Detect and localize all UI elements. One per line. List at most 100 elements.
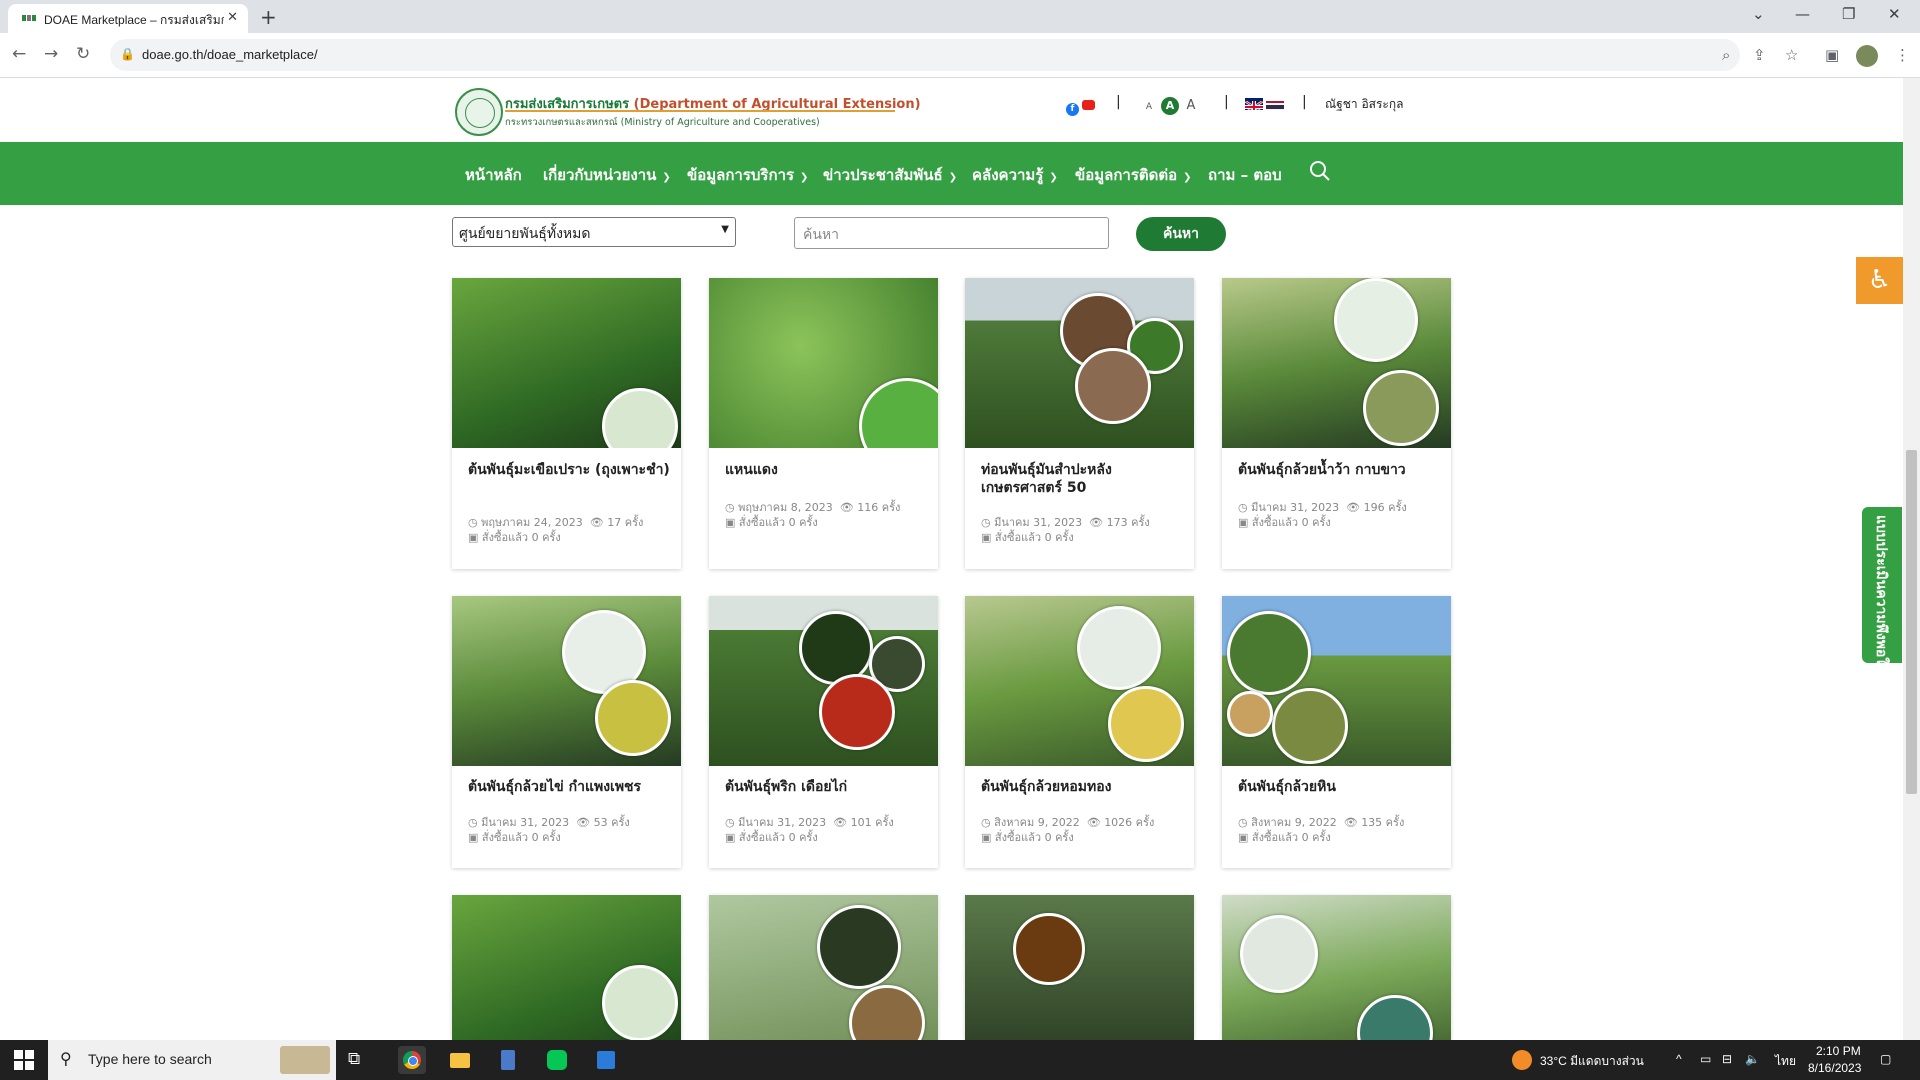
accessibility-icon[interactable]: ♿ <box>1856 257 1903 304</box>
search-input[interactable]: ค้นหา <box>794 217 1109 249</box>
product-name[interactable]: ต้นพันธุ์มะเขือเปราะ (ถุงเพาะชำ) <box>468 461 673 479</box>
calculator-icon[interactable] <box>494 1046 522 1074</box>
product-inset-photo <box>1272 688 1348 764</box>
input-language[interactable]: ไทย <box>1775 1052 1796 1071</box>
clock-date[interactable]: 8/16/2023 <box>1808 1061 1861 1075</box>
product-card[interactable] <box>709 895 938 1065</box>
nav-about[interactable]: เกี่ยวกับหน่วยงาน ❯ <box>543 163 671 187</box>
font-size-small-button[interactable]: A <box>1140 98 1158 116</box>
user-name[interactable]: ณัฐชา อิสระกุล <box>1325 95 1404 114</box>
tab-search-chevron-icon[interactable]: ⌄ <box>1752 5 1765 23</box>
product-name[interactable]: ต้นพันธุ์กล้วยหอมทอง <box>981 778 1186 796</box>
taskbar-search-box[interactable]: ⚲ Type here to search <box>48 1040 336 1080</box>
product-sold: ▣ สั่งซื้อแล้ว 0 ครั้ง <box>981 531 1074 544</box>
page-scrollbar[interactable] <box>1903 78 1920 1040</box>
product-views: 101 ครั้ง <box>850 816 894 829</box>
product-card[interactable]: ต้นพันธุ์กล้วยหอมทอง ◷ สิงหาคม 9, 2022 👁 … <box>965 596 1194 868</box>
share-icon[interactable]: ⇪ <box>1753 46 1766 64</box>
weather-icon[interactable] <box>1512 1050 1532 1070</box>
restore-icon[interactable]: ❐ <box>1842 5 1855 23</box>
product-card[interactable]: ต้นพันธุ์กล้วยหิน ◷ สิงหาคม 9, 2022 👁 135… <box>1222 596 1451 868</box>
weather-text[interactable]: 33°C มีแดดบางส่วน <box>1540 1052 1644 1071</box>
side-panel-icon[interactable]: ▣ <box>1825 46 1839 64</box>
chevron-down-icon: ❯ <box>948 172 958 183</box>
product-name[interactable]: ต้นพันธุ์กล้วยน้ำว้า กาบขาว <box>1238 461 1443 479</box>
volume-icon[interactable]: 🔈 <box>1745 1052 1760 1066</box>
lock-icon: 🔒 <box>120 47 135 61</box>
product-card[interactable]: ต้นพันธุ์มะเขือเปราะ (ถุงเพาะชำ) ◷ พฤษภาค… <box>452 278 681 569</box>
back-icon[interactable]: ← <box>12 44 26 64</box>
product-image[interactable] <box>452 596 681 766</box>
product-name[interactable]: ต้นพันธุ์กล้วยไข่ กำแพงเพชร <box>468 778 673 796</box>
product-image[interactable] <box>1222 596 1451 766</box>
product-sold: ▣ สั่งซื้อแล้ว 0 ครั้ง <box>468 531 561 544</box>
product-card[interactable]: ต้นพันธุ์กล้วยน้ำว้า กาบขาว ◷ มีนาคม 31, … <box>1222 278 1451 569</box>
omnibox[interactable]: 🔒 doae.go.th/doae_marketplace/ ⌕ <box>110 39 1740 71</box>
product-name[interactable]: แหนแดง <box>725 461 930 479</box>
nav-knowledge[interactable]: คลังความรู้ ❯ <box>972 163 1058 187</box>
reload-icon[interactable]: ↻ <box>76 44 90 64</box>
product-card[interactable]: แหนแดง ◷ พฤษภาคม 8, 2023 👁 116 ครั้ง ▣ สั่… <box>709 278 938 569</box>
search-button[interactable]: ค้นหา <box>1136 217 1226 251</box>
facebook-icon[interactable]: f <box>1066 103 1079 116</box>
product-card[interactable]: ต้นพันธุ์พริก เดือยไก่ ◷ มีนาคม 31, 2023 … <box>709 596 938 868</box>
product-card[interactable] <box>965 895 1194 1065</box>
forward-icon[interactable]: → <box>44 44 58 64</box>
bookmark-star-icon[interactable]: ☆ <box>1785 46 1798 64</box>
windows-start-icon[interactable] <box>14 1050 34 1070</box>
nav-home[interactable]: หน้าหลัก <box>465 163 522 187</box>
product-sold: ▣ สั่งซื้อแล้ว 0 ครั้ง <box>981 831 1074 844</box>
center-select[interactable]: ศูนย์ขยายพันธุ์ทั้งหมด ▼ <box>452 217 736 247</box>
font-size-medium-button[interactable]: A <box>1161 97 1179 115</box>
tray-meet-icon[interactable]: ▭ <box>1700 1052 1711 1066</box>
nav-contact[interactable]: ข้อมูลการติดต่อ ❯ <box>1075 163 1192 187</box>
notification-icon[interactable]: ▢ <box>1880 1052 1891 1066</box>
network-icon[interactable]: ⊟ <box>1722 1052 1732 1066</box>
clock-time[interactable]: 2:10 PM <box>1816 1044 1861 1058</box>
browser-menu-icon[interactable]: ⋮ <box>1895 46 1910 64</box>
minimize-icon[interactable]: — <box>1795 5 1810 23</box>
font-size-large-button[interactable]: A <box>1182 97 1200 115</box>
new-tab-icon[interactable]: + <box>260 5 277 29</box>
product-name[interactable]: ท่อนพันธุ์มันสำปะหลัง เกษตรศาสตร์ 50 <box>981 461 1186 497</box>
browser-tab[interactable]: DOAE Marketplace – กรมส่งเสริมก ✕ <box>8 4 248 33</box>
profile-avatar[interactable] <box>1856 45 1878 67</box>
product-card[interactable] <box>452 895 681 1065</box>
youtube-icon[interactable] <box>1082 100 1095 110</box>
product-image[interactable] <box>1222 278 1451 448</box>
tray-chevron-icon[interactable]: ^ <box>1676 1052 1682 1066</box>
product-card[interactable]: ต้นพันธุ์กล้วยไข่ กำแพงเพชร ◷ มีนาคม 31, … <box>452 596 681 868</box>
task-view-icon[interactable]: ⧉ <box>348 1049 360 1069</box>
product-name[interactable]: ต้นพันธุ์พริก เดือยไก่ <box>725 778 930 796</box>
product-name[interactable]: ต้นพันธุ์กล้วยหิน <box>1238 778 1443 796</box>
product-card[interactable]: ท่อนพันธุ์มันสำปะหลัง เกษตรศาสตร์ 50 ◷ มี… <box>965 278 1194 569</box>
nav-services[interactable]: ข้อมูลการบริการ ❯ <box>687 163 808 187</box>
product-inset-photo <box>1108 686 1184 762</box>
scrollbar-thumb[interactable] <box>1906 450 1917 794</box>
doae-logo[interactable] <box>455 88 503 136</box>
survey-tab[interactable]: แบบประเมินความพึงพอใจ <box>1862 507 1902 672</box>
tab-close-icon[interactable]: ✕ <box>227 10 238 25</box>
english-flag-icon[interactable] <box>1245 98 1263 110</box>
product-image[interactable] <box>709 596 938 766</box>
cash-icon: ▣ <box>468 531 479 544</box>
line-app-icon[interactable] <box>543 1046 571 1074</box>
nav-news[interactable]: ข่าวประชาสัมพันธ์ ❯ <box>823 163 957 187</box>
product-card[interactable] <box>1222 895 1451 1065</box>
product-image[interactable] <box>709 278 938 448</box>
zoom-icon[interactable]: ⌕ <box>1722 46 1730 64</box>
product-views: 17 ครั้ง <box>607 516 644 529</box>
nav-faq[interactable]: ถาม – ตอบ <box>1208 163 1282 187</box>
product-image[interactable] <box>965 278 1194 448</box>
product-image[interactable] <box>965 596 1194 766</box>
photos-app-icon[interactable] <box>592 1046 620 1074</box>
search-icon[interactable] <box>1309 160 1331 182</box>
product-image[interactable] <box>452 278 681 448</box>
file-explorer-icon[interactable] <box>446 1046 474 1074</box>
product-views: 116 ครั้ง <box>857 501 901 514</box>
product-inset-photo <box>1013 913 1085 985</box>
thai-flag-icon[interactable] <box>1266 98 1284 110</box>
eye-icon: 👁 <box>1086 816 1101 829</box>
chrome-taskbar-icon[interactable] <box>398 1046 426 1074</box>
close-window-icon[interactable]: ✕ <box>1888 5 1901 23</box>
